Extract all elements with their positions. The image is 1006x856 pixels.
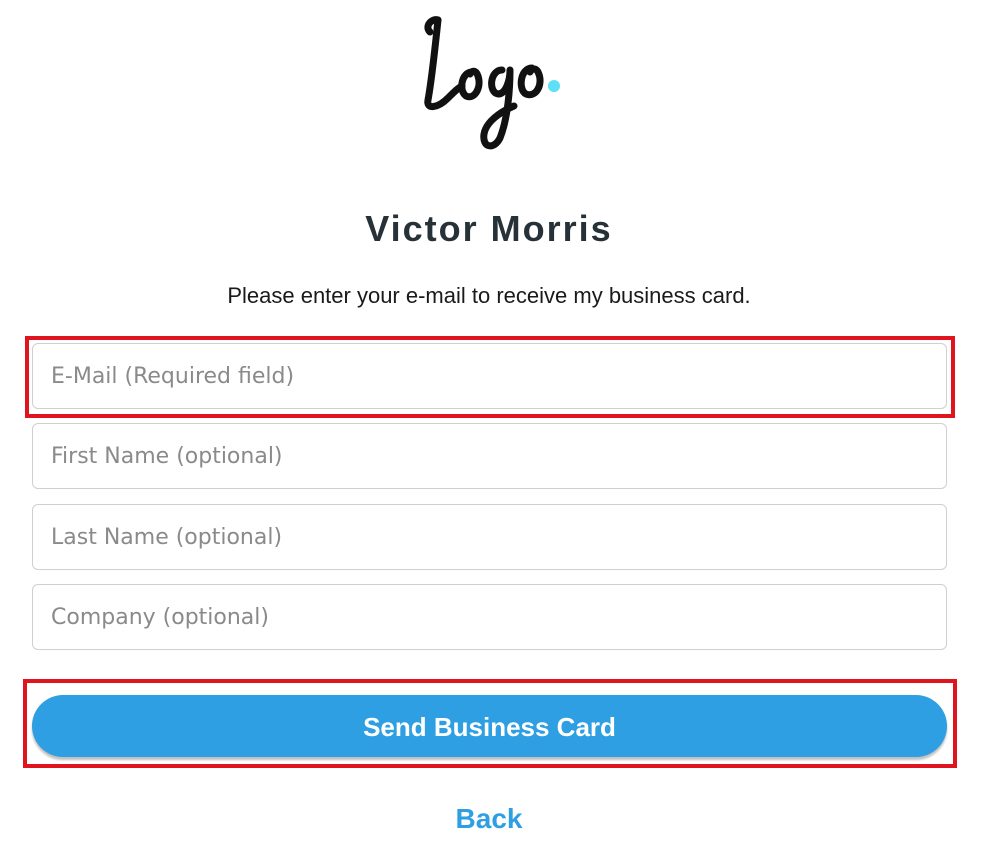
profile-name: Victor Morris — [365, 208, 613, 249]
back-link[interactable]: Back — [0, 803, 978, 835]
first-name-input[interactable] — [32, 423, 947, 489]
send-business-card-button[interactable]: Send Business Card — [32, 695, 947, 757]
logo-dot — [548, 80, 560, 92]
instruction-text: Please enter your e-mail to receive my b… — [227, 283, 751, 308]
logo-wordmark — [424, 16, 560, 150]
company-input[interactable] — [32, 584, 947, 650]
last-name-input[interactable] — [32, 504, 947, 570]
logo — [410, 8, 570, 158]
email-input[interactable] — [32, 343, 947, 409]
